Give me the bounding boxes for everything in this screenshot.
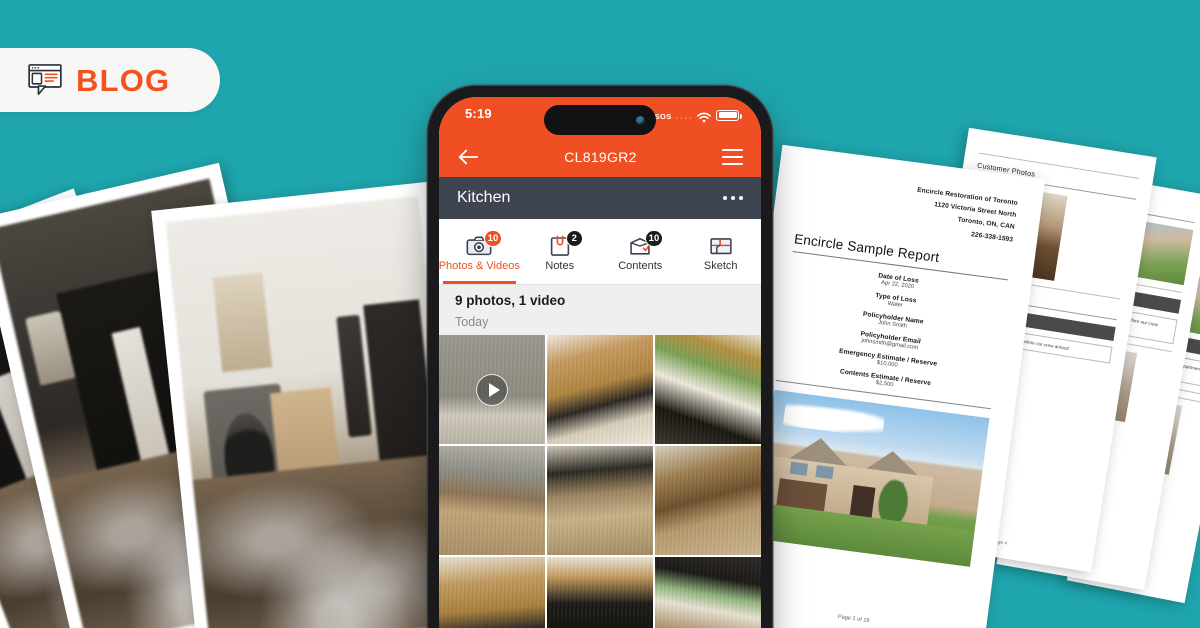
hamburger-menu-icon[interactable] xyxy=(721,148,743,166)
blog-badge: BLOG xyxy=(0,48,220,112)
front-camera-icon xyxy=(636,115,645,125)
room-header: Kitchen xyxy=(439,177,761,219)
more-options-icon[interactable] xyxy=(722,195,743,201)
media-grid-item[interactable] xyxy=(655,335,761,445)
media-grid-item[interactable] xyxy=(547,557,653,628)
media-count-text: 9 photos, 1 video xyxy=(455,293,566,308)
media-day-label: Today xyxy=(455,315,489,329)
status-time: 5:19 xyxy=(465,106,492,121)
play-icon[interactable] xyxy=(476,373,508,406)
open-box-icon: 10 xyxy=(627,230,664,258)
floorplan-icon xyxy=(708,234,734,258)
tab-photos-videos[interactable]: 10 Photos & Videos xyxy=(439,219,520,284)
tab-badge: 10 xyxy=(644,230,664,247)
tab-label: Notes xyxy=(545,260,575,272)
nav-bar: CL819GR2 xyxy=(439,137,761,177)
claim-number-title: CL819GR2 xyxy=(564,149,637,165)
phone-screen: 5:19 SOS • • • • CL819GR2 Kitchen 10 Pho… xyxy=(439,97,761,628)
camera-icon: 10 xyxy=(466,230,503,258)
media-grid xyxy=(439,335,761,628)
media-grid-item[interactable] xyxy=(655,446,761,556)
report-document-stack: Notes Note from the Contents Department … xyxy=(719,127,1200,628)
tab-sketch[interactable]: Sketch xyxy=(681,219,762,284)
tab-notes[interactable]: 2 Notes xyxy=(520,219,601,284)
wifi-icon xyxy=(697,110,711,122)
media-grid-item[interactable] xyxy=(655,557,761,628)
tab-label: Sketch xyxy=(703,260,738,272)
dynamic-island xyxy=(544,105,656,135)
tab-contents[interactable]: 10 Contents xyxy=(600,219,681,284)
media-grid-item-video[interactable] xyxy=(439,335,545,445)
blog-badge-label: BLOG xyxy=(76,62,171,98)
media-grid-item[interactable] xyxy=(547,335,653,445)
phone-mockup: 5:19 SOS • • • • CL819GR2 Kitchen 10 Pho… xyxy=(428,86,772,628)
sos-signal-dots: • • • • xyxy=(676,115,692,120)
sos-indicator: SOS • • • • xyxy=(655,106,692,124)
media-count-bar: 9 photos, 1 video Today xyxy=(439,285,761,335)
tab-label: Photos & Videos xyxy=(439,260,520,272)
media-grid-item[interactable] xyxy=(439,446,545,556)
tab-badge: 2 xyxy=(565,230,583,247)
article-window-icon xyxy=(28,64,62,96)
status-bar: 5:19 SOS • • • • xyxy=(439,97,761,137)
tab-badge: 10 xyxy=(483,230,503,247)
back-arrow-icon[interactable] xyxy=(457,148,479,166)
report-fields: Date of Loss Apr 22, 2020 Type of Loss W… xyxy=(777,261,1007,402)
section-tabs: 10 Photos & Videos 2 Notes 10 Contents S… xyxy=(439,219,761,285)
battery-full-icon xyxy=(716,109,742,121)
media-grid-item[interactable] xyxy=(547,446,653,556)
property-exterior-photo xyxy=(754,389,990,567)
notepad-icon: 2 xyxy=(547,230,583,258)
media-grid-item[interactable] xyxy=(439,557,545,628)
room-title: Kitchen xyxy=(457,189,511,206)
tab-label: Contents xyxy=(618,260,663,272)
sos-label: SOS xyxy=(654,112,672,121)
